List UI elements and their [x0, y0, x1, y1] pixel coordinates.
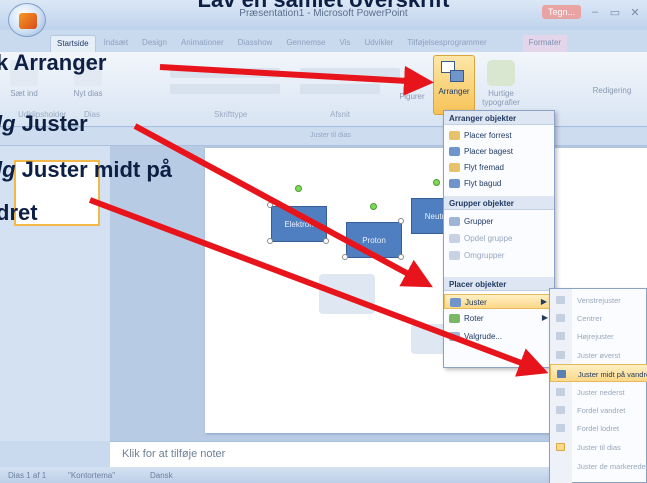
annotation-arrows — [88, 64, 549, 377]
arrow-to-juster — [133, 123, 433, 288]
arrow-to-arranger — [159, 64, 434, 96]
